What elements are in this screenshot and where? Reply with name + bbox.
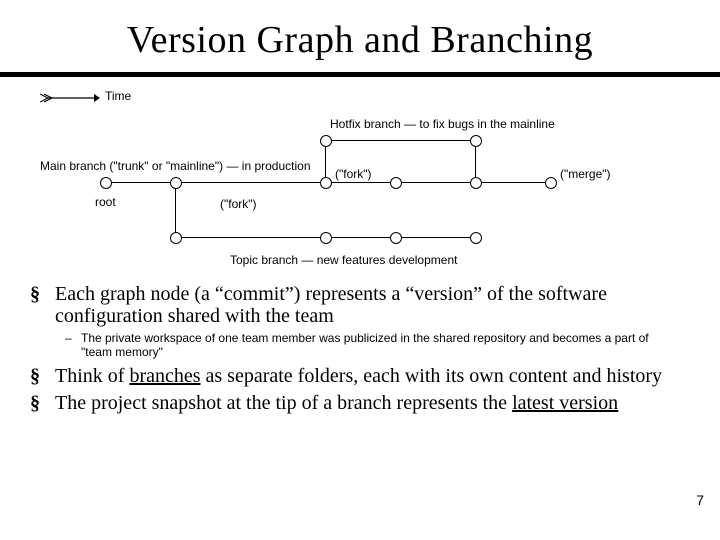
main-branch-label: Main branch ("trunk" or "mainline") — in… [40,159,311,173]
commit-node [100,177,112,189]
commit-node [470,177,482,189]
page-number: 7 [696,492,704,508]
commit-node [470,232,482,244]
merge-label: ("merge") [560,167,611,181]
divider [0,72,720,77]
commit-node [470,135,482,147]
commit-node [320,232,332,244]
underlined-text: latest version [512,392,618,414]
sub-bullet-item: The private workspace of one team member… [81,332,680,360]
bullet-item: Each graph node (a “commit”) represents … [55,283,680,328]
edge [175,182,176,237]
bullet-item: Think of branches as separate folders, e… [55,365,680,387]
text: The project snapshot at the tip of a bra… [55,392,512,414]
commit-node [320,177,332,189]
fork-label: ("fork") [335,167,372,181]
time-label: Time [105,89,131,103]
version-graph-diagram: Time Hotfix branch — to fix bugs in the … [20,87,700,277]
bullet-item: The project snapshot at the tip of a bra… [55,392,680,414]
topic-branch-label: Topic branch — new features development [230,253,457,267]
commit-node [170,177,182,189]
commit-node [545,177,557,189]
slide: Version Graph and Branching Time Hotfix … [0,0,720,540]
root-label: root [95,195,116,209]
text: Think of [55,365,129,387]
commit-node [390,177,402,189]
commit-node [170,232,182,244]
time-arrow-icon [40,91,100,105]
commit-node [320,135,332,147]
edge [330,140,475,141]
commit-node [390,232,402,244]
slide-title: Version Graph and Branching [0,0,720,72]
underlined-text: branches [129,365,200,387]
text: as separate folders, each with its own c… [201,365,663,387]
fork-label-2: ("fork") [220,197,257,211]
hotfix-label: Hotfix branch — to fix bugs in the mainl… [330,117,555,131]
bullet-list: Each graph node (a “commit”) represents … [0,277,720,414]
